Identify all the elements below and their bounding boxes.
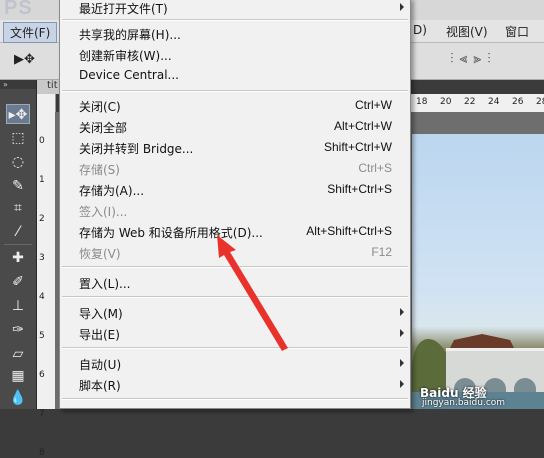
vruler-tick-label: 3 bbox=[39, 253, 45, 263]
hruler-tick-label: 22 bbox=[464, 97, 476, 107]
crop-tool-icon[interactable]: ⌗ bbox=[6, 198, 30, 218]
hruler-tick-label: 28 bbox=[536, 97, 544, 107]
menu-view[interactable]: 视图(V) bbox=[446, 23, 488, 40]
hruler-tick-label: 24 bbox=[488, 97, 500, 107]
menu-item-import[interactable]: 导入(M) bbox=[60, 302, 410, 323]
menu-separator bbox=[62, 266, 408, 268]
menu-item-save: 存储(S) Ctrl+S bbox=[79, 161, 392, 177]
menu-d-partial[interactable]: D) bbox=[413, 23, 427, 37]
vruler-tick-label: 4 bbox=[39, 292, 45, 302]
vertical-ruler: 0 1 2 3 4 5 6 7 8 bbox=[37, 94, 56, 458]
menu-item-scripts[interactable]: 脚本(R) bbox=[60, 374, 410, 395]
photoshop-logo: PS bbox=[4, 0, 33, 19]
gradient-tool-icon[interactable]: ▦ bbox=[6, 366, 30, 386]
menu-item-new-review[interactable]: 创建新审核(W)... bbox=[60, 44, 410, 65]
menu-separator bbox=[62, 19, 408, 21]
quick-select-tool-icon[interactable]: ✎ bbox=[6, 176, 30, 196]
menu-item-export[interactable]: 导出(E) bbox=[60, 323, 410, 344]
submenu-arrow-icon bbox=[400, 329, 404, 337]
baidu-jingyan-watermark: Baidu 经验 jingyan.baidu.com bbox=[420, 386, 506, 408]
submenu-arrow-icon bbox=[400, 3, 404, 11]
menu-item-share-screen[interactable]: 共享我的屏幕(H)... bbox=[60, 23, 410, 44]
blur-tool-icon[interactable]: 💧 bbox=[6, 388, 30, 408]
menu-item-save-as[interactable]: 存储为(A)... Shift+Ctrl+S bbox=[60, 179, 410, 200]
menu-item-recent-files[interactable]: 最近打开文件(T) bbox=[60, 0, 410, 18]
toolbox-grip[interactable]: » bbox=[0, 80, 36, 89]
menu-window[interactable]: 窗口 bbox=[505, 23, 529, 40]
menu-separator bbox=[62, 398, 408, 400]
brush-tool-icon[interactable]: ✐ bbox=[6, 272, 30, 292]
submenu-arrow-icon bbox=[400, 359, 404, 367]
submenu-arrow-icon bbox=[400, 380, 404, 388]
vruler-tick-label: 1 bbox=[39, 175, 45, 185]
vruler-tick-label: 5 bbox=[39, 331, 45, 341]
eyedropper-tool-icon[interactable]: ⁄ bbox=[6, 222, 30, 242]
vruler-tick-label: 8 bbox=[39, 448, 45, 458]
menu-item-automate[interactable]: 自动(U) bbox=[60, 353, 410, 374]
menu-separator bbox=[62, 347, 408, 349]
healing-brush-tool-icon[interactable]: ✚ bbox=[6, 248, 30, 268]
clone-stamp-tool-icon[interactable]: ⊥ bbox=[6, 296, 30, 316]
menu-item-save-for-web[interactable]: 存储为 Web 和设备所用格式(D)... Alt+Shift+Ctrl+S bbox=[60, 221, 410, 242]
marquee-tool-icon[interactable]: ⬚ bbox=[6, 128, 30, 148]
menu-item-check-in: 签入(I)... bbox=[79, 205, 128, 219]
hruler-tick-label: 18 bbox=[416, 97, 428, 107]
vruler-tick-label: 2 bbox=[39, 214, 45, 224]
menu-separator bbox=[62, 90, 408, 92]
submenu-arrow-icon bbox=[400, 308, 404, 316]
menu-separator bbox=[62, 296, 408, 298]
horizontal-ruler: 18 20 22 24 26 28 bbox=[410, 94, 544, 113]
history-brush-tool-icon[interactable]: ✑ bbox=[6, 320, 30, 340]
menu-file[interactable]: 文件(F) bbox=[3, 22, 58, 43]
toolbox: » ▸✥ ⬚ ◌ ✎ ⌗ ⁄ ✚ ✐ ⊥ ✑ ▱ ▦ 💧 bbox=[0, 80, 37, 409]
toolbox-divider bbox=[4, 244, 32, 245]
vruler-tick-label: 6 bbox=[39, 370, 45, 380]
vruler-tick-label: 7 bbox=[39, 409, 45, 419]
document-photo bbox=[412, 134, 544, 409]
lasso-tool-icon[interactable]: ◌ bbox=[6, 152, 30, 172]
menu-item-close[interactable]: 关闭(C) Ctrl+W bbox=[60, 95, 410, 116]
hruler-tick-label: 26 bbox=[512, 97, 524, 107]
menu-item-close-all[interactable]: 关闭全部 Alt+Ctrl+W bbox=[60, 116, 410, 137]
menu-item-place[interactable]: 置入(L)... bbox=[60, 272, 410, 293]
align-buttons-icon[interactable]: ⫶⫷⫸⫶ bbox=[450, 51, 497, 67]
vruler-tick-label: 0 bbox=[39, 136, 45, 146]
menu-item-revert: 恢复(V) F12 bbox=[79, 245, 392, 261]
hruler-tick-label: 20 bbox=[440, 97, 452, 107]
menu-item-device-central[interactable]: Device Central... bbox=[60, 65, 410, 86]
file-menu-dropdown: 最近打开文件(T) 共享我的屏幕(H)... 创建新审核(W)... Devic… bbox=[59, 0, 411, 409]
move-tool-icon[interactable]: ▸✥ bbox=[6, 104, 30, 124]
move-tool-options-icon[interactable]: ▶✥ bbox=[14, 52, 35, 67]
menu-item-close-go-bridge[interactable]: 关闭并转到 Bridge... Shift+Ctrl+W bbox=[60, 137, 410, 158]
eraser-tool-icon[interactable]: ▱ bbox=[6, 344, 30, 364]
